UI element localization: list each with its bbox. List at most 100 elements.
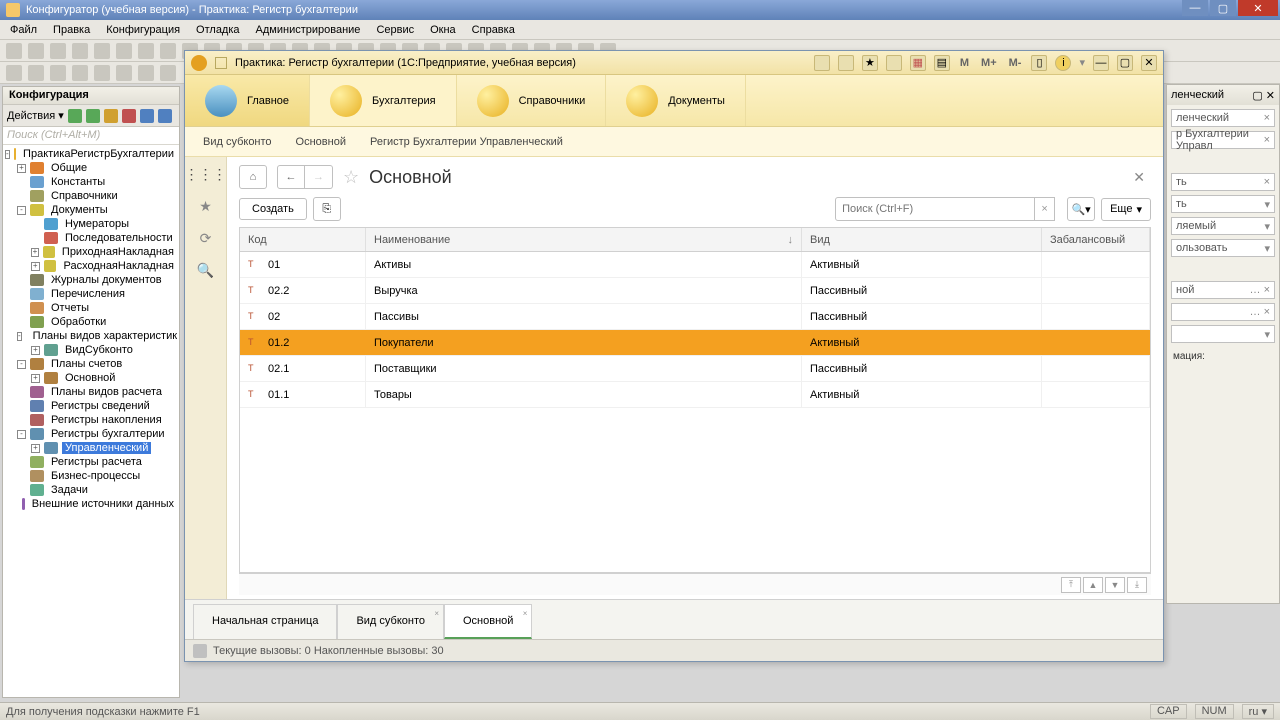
breadcrumb-item[interactable]: Регистр Бухгалтерии Управленческий [370,136,563,148]
maximize-button[interactable]: ▢ [1210,0,1236,16]
tree-item[interactable]: +ВидСубконто [3,343,179,357]
m-plus-button[interactable]: M+ [979,57,999,69]
property-field[interactable]: ть× [1171,173,1275,191]
toolbar-button[interactable] [94,65,110,81]
history-icon[interactable]: ⟳ [197,229,215,247]
config-actions-menu[interactable]: Действия ▾ [7,109,64,122]
tree-item[interactable]: Константы [3,175,179,189]
tree-item[interactable]: Журналы документов [3,273,179,287]
minimize-button[interactable]: — [1182,0,1208,16]
table-row[interactable]: T01.1ТоварыАктивный [240,382,1150,408]
tab[interactable]: Вид субконто× [337,604,444,639]
col-code[interactable]: Код [240,228,366,251]
clear-search-button[interactable]: × [1035,197,1055,221]
ent-minimize-button[interactable]: — [1093,55,1109,71]
menu-item[interactable]: Окна [424,22,462,38]
tool-icon[interactable] [814,55,830,71]
col-kind[interactable]: Вид [802,228,1042,251]
menu-item[interactable]: Правка [47,22,96,38]
toolbar-button[interactable] [94,43,110,59]
col-balance[interactable]: Забалансовый [1042,228,1150,251]
menu-item[interactable]: Администрирование [250,22,367,38]
tree-item[interactable]: Нумераторы [3,217,179,231]
config-tree[interactable]: -ПрактикаРегистрБухгалтерии+ОбщиеКонстан… [3,145,179,695]
toolbar-button[interactable] [160,65,176,81]
grid-icon[interactable]: ⋮⋮⋮ [197,165,215,183]
pager-down-icon[interactable]: ▼ [1105,577,1125,593]
copy-button[interactable]: ⎘ [313,197,341,221]
tree-item[interactable]: -Планы счетов [3,357,179,371]
add-icon[interactable] [68,109,82,123]
pager-last-icon[interactable]: ⤓ [1127,577,1147,593]
more-button[interactable]: Еще▾ [1101,198,1151,221]
property-field[interactable]: р Бухгалтерии Управл× [1171,131,1275,149]
tree-item[interactable]: Регистры накопления [3,413,179,427]
create-button[interactable]: Создать [239,198,307,220]
tree-item[interactable]: Перечисления [3,287,179,301]
tree-item[interactable]: Планы видов расчета [3,385,179,399]
tree-item[interactable]: Бизнес-процессы [3,469,179,483]
tree-item[interactable]: -ПрактикаРегистрБухгалтерии [3,147,179,161]
tree-item[interactable]: -Документы [3,203,179,217]
tree-item[interactable]: Регистры расчета [3,455,179,469]
tree-item[interactable]: Отчеты [3,301,179,315]
col-name[interactable]: Наименование [366,228,802,251]
toolbar-button[interactable] [28,65,44,81]
pager-first-icon[interactable]: ⤒ [1061,577,1081,593]
property-field[interactable]: ленческий× [1171,109,1275,127]
panel-icon[interactable]: ▯ [1031,55,1047,71]
pager-up-icon[interactable]: ▲ [1083,577,1103,593]
tool-icon[interactable] [838,55,854,71]
tree-item[interactable]: +Общие [3,161,179,175]
ent-maximize-button[interactable]: ▢ [1117,55,1133,71]
favorite-star-icon[interactable]: ☆ [343,167,359,188]
right-panel-close-icon[interactable]: ▢ ✕ [1252,89,1275,102]
calendar-icon[interactable]: ▦ [910,55,926,71]
toolbar-button[interactable] [6,43,22,59]
tree-item[interactable]: +Управленческий [3,441,179,455]
tree-item[interactable]: Регистры сведений [3,399,179,413]
menu-item[interactable]: Конфигурация [100,22,186,38]
table-row[interactable]: T02.1ПоставщикиПассивный [240,356,1150,382]
nav-item[interactable]: Главное [185,75,310,126]
nav-item[interactable]: Документы [606,75,746,126]
tree-item[interactable]: Обработки [3,315,179,329]
toolbar-button[interactable] [28,43,44,59]
tree-item[interactable]: -Регистры бухгалтерии [3,427,179,441]
search-input[interactable] [835,197,1035,221]
toolbar-button[interactable] [138,65,154,81]
toolbar-button[interactable] [116,65,132,81]
help-icon[interactable]: i [1055,55,1071,71]
tab[interactable]: Основной× [444,604,532,639]
tree-item[interactable]: +РасходнаяНакладная [3,259,179,273]
toolbar-button[interactable] [6,65,22,81]
close-button[interactable]: ✕ [1238,0,1278,16]
search-button[interactable]: 🔍▾ [1067,197,1095,221]
back-button[interactable]: ← [277,165,305,189]
nav-item[interactable]: Справочники [457,75,607,126]
page-close-button[interactable]: ✕ [1127,167,1151,188]
property-field[interactable]: ть▾ [1171,195,1275,213]
tool-icon[interactable] [886,55,902,71]
add2-icon[interactable] [86,109,100,123]
breadcrumb-item[interactable]: Основной [296,136,346,148]
menu-item[interactable]: Файл [4,22,43,38]
m-minus-button[interactable]: M- [1007,57,1024,69]
menu-item[interactable]: Справка [466,22,521,38]
star-icon[interactable]: ★ [197,197,215,215]
tree-item[interactable]: Справочники [3,189,179,203]
toolbar-button[interactable] [50,65,66,81]
toolbar-button[interactable] [72,65,88,81]
forward-button[interactable]: → [305,165,333,189]
property-field[interactable]: ляемый▾ [1171,217,1275,235]
table-row[interactable]: T01.2ПокупателиАктивный [240,330,1150,356]
toolbar-button[interactable] [116,43,132,59]
toolbar-button[interactable] [72,43,88,59]
property-field[interactable]: … × [1171,303,1275,321]
calc-icon[interactable]: ▤ [934,55,950,71]
toolbar-button[interactable] [138,43,154,59]
property-field[interactable]: ной… × [1171,281,1275,299]
menu-item[interactable]: Отладка [190,22,245,38]
tree-item[interactable]: +ПриходнаяНакладная [3,245,179,259]
property-field[interactable]: ▾ [1171,325,1275,343]
